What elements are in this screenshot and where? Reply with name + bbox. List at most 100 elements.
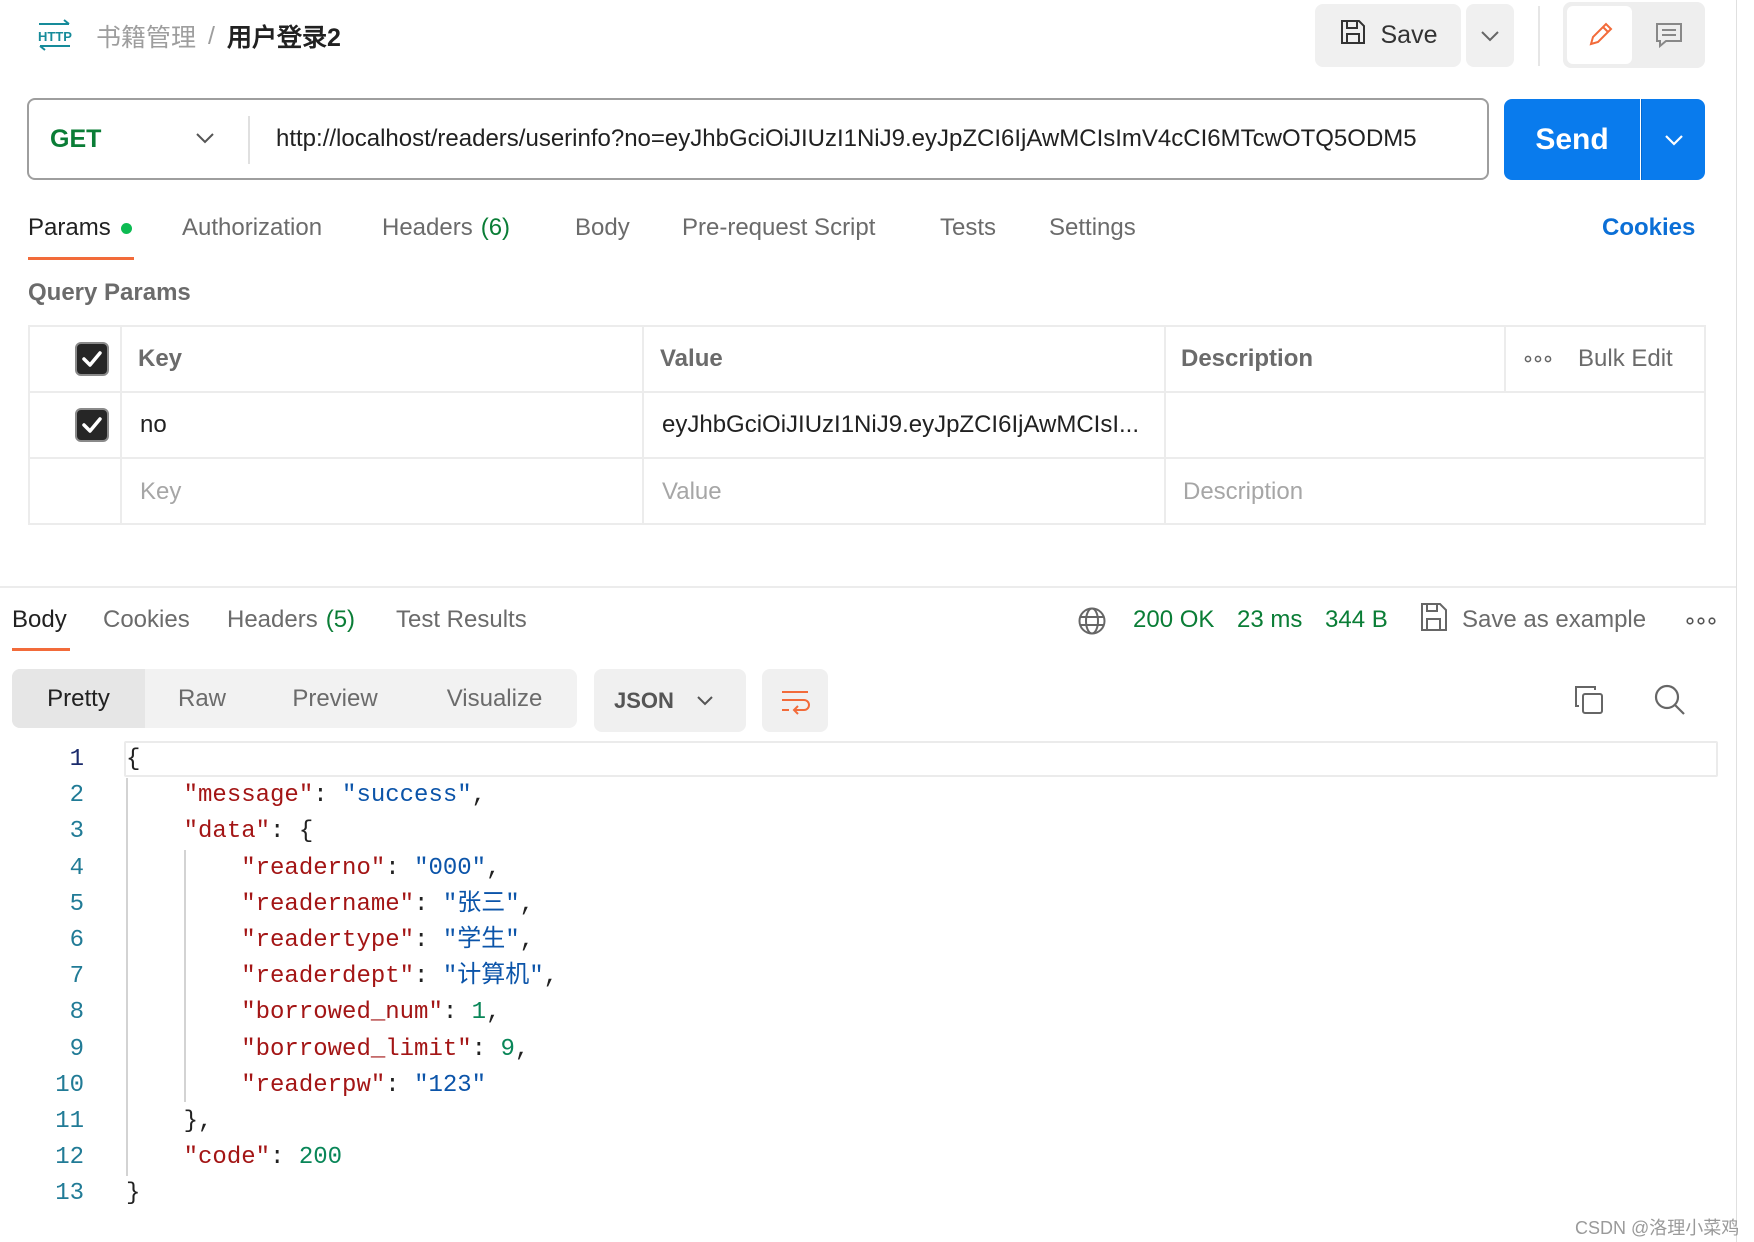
tab-label: Headers	[227, 606, 318, 633]
json-punctuation: :	[442, 999, 472, 1027]
param-value[interactable]: eyJhbGciOiJIUzI1NiJ9.eyJpZCI6IjAwMCIsI..…	[662, 393, 1139, 457]
save-options-button[interactable]	[1466, 4, 1514, 67]
json-punctuation: :	[414, 890, 443, 918]
json-key: "readerpw"	[241, 1071, 386, 1099]
format-tab-pretty[interactable]: Pretty	[12, 669, 145, 728]
json-punctuation: {	[126, 746, 141, 773]
new-description-input[interactable]: Description	[1183, 459, 1303, 525]
method-select[interactable]: GET	[50, 98, 101, 180]
response-time[interactable]: 23 ms	[1237, 602, 1302, 638]
code-line: "readertype": "学生",	[126, 923, 534, 959]
request-name[interactable]: 用户登录2	[227, 18, 341, 54]
line-number: 11	[55, 1108, 84, 1135]
code-line: "borrowed_limit": 9,	[126, 1032, 529, 1068]
url-input[interactable]	[276, 100, 1472, 178]
save-example-label: Save as example	[1462, 606, 1647, 633]
tab-label: Cookies	[103, 606, 190, 633]
key-column-header: Key	[138, 345, 183, 372]
format-tab-raw[interactable]: Raw	[160, 669, 244, 728]
wrap-lines-icon	[782, 690, 810, 715]
line-number: 4	[69, 854, 84, 882]
query-params-table: Key Value Description Bulk Edit no eyJhb…	[28, 325, 1706, 525]
send-button[interactable]: Send	[1504, 99, 1640, 180]
checkmark-icon	[82, 351, 102, 367]
breadcrumb: 书籍管理 / 用户登录2	[96, 16, 341, 56]
save-icon	[1420, 602, 1448, 639]
new-value-input[interactable]: Value	[662, 459, 722, 525]
bulk-edit-link[interactable]: Bulk Edit	[1578, 327, 1673, 391]
url-divider	[248, 116, 250, 164]
line-number: 3	[69, 818, 84, 846]
tab-label: Headers	[382, 214, 473, 241]
active-tab-indicator	[12, 648, 70, 651]
response-body-editor[interactable]: 1 {2 "message": "success", 3 "data": {4 "r…	[0, 742, 1736, 1212]
active-tab-indicator	[28, 257, 134, 260]
new-key-input[interactable]: Key	[140, 459, 181, 525]
json-punctuation: ,	[486, 999, 501, 1027]
tab-authorization[interactable]: Authorization	[182, 210, 322, 246]
save-button[interactable]: Save	[1315, 4, 1461, 67]
response-tab-test-results[interactable]: Test Results	[396, 602, 527, 638]
line-number: 7	[69, 963, 84, 991]
search-icon[interactable]	[1652, 682, 1688, 718]
code-line: "message": "success",	[126, 778, 486, 814]
param-key[interactable]: no	[140, 393, 167, 457]
chevron-down-icon[interactable]	[192, 125, 218, 151]
code-line: }	[126, 1176, 140, 1212]
tab-label: Authorization	[182, 214, 323, 241]
cookies-link[interactable]: Cookies	[1602, 210, 1695, 246]
send-options-button[interactable]	[1641, 99, 1705, 180]
line-number: 9	[69, 1035, 84, 1063]
json-punctuation: ,	[519, 890, 535, 918]
json-key: "borrowed_limit"	[241, 1035, 472, 1063]
more-options-icon[interactable]	[1684, 606, 1718, 636]
edit-button[interactable]	[1567, 6, 1632, 64]
format-tab-preview[interactable]: Preview	[280, 669, 390, 728]
breadcrumb-collection[interactable]: 书籍管理	[96, 18, 196, 54]
response-tab-cookies[interactable]: Cookies	[103, 602, 190, 638]
headers-count: (5)	[325, 606, 356, 633]
panel-border	[1736, 0, 1737, 1242]
more-options-icon[interactable]	[1524, 327, 1552, 391]
line-number: 8	[69, 999, 84, 1027]
code-line: "readerno": "000",	[126, 851, 500, 887]
response-divider[interactable]	[0, 586, 1736, 588]
json-key: "message"	[183, 782, 314, 810]
row-checkbox[interactable]	[75, 393, 109, 457]
tab-headers[interactable]: Headers (6)	[382, 210, 510, 246]
table-row: no eyJhbGciOiJIUzI1NiJ9.eyJpZCI6IjAwMCIs…	[30, 393, 1704, 459]
tab-tests[interactable]: Tests	[940, 210, 996, 246]
indent-guide	[184, 850, 186, 1102]
tab-label: Body	[12, 606, 67, 633]
code-line: },	[126, 1104, 213, 1140]
comments-button[interactable]	[1638, 6, 1700, 64]
response-tab-body[interactable]: Body	[12, 602, 67, 638]
wrap-lines-button[interactable]	[762, 669, 828, 732]
code-line: "borrowed_num": 1,	[126, 995, 500, 1031]
json-punctuation: ,	[519, 927, 535, 954]
json-punctuation: :	[385, 1071, 415, 1099]
response-tab-headers[interactable]: Headers (5)	[227, 602, 355, 638]
status-code[interactable]: 200 OK	[1133, 602, 1214, 638]
copy-icon[interactable]	[1572, 683, 1608, 719]
json-punctuation: }	[126, 1180, 141, 1208]
json-punctuation: :	[385, 854, 415, 882]
json-key: "readertype"	[241, 927, 415, 954]
svg-text:HTTP: HTTP	[38, 29, 72, 44]
globe-icon[interactable]	[1077, 606, 1107, 636]
tab-params[interactable]: Params	[28, 210, 132, 246]
save-as-example-button[interactable]: Save as example	[1420, 602, 1646, 638]
json-punctuation: ,	[471, 782, 487, 810]
language-select[interactable]: JSON	[594, 669, 746, 732]
tab-label: Pre-request Script	[682, 214, 876, 241]
select-all-checkbox[interactable]	[75, 327, 109, 391]
json-punctuation: },	[183, 1108, 213, 1135]
tab-settings[interactable]: Settings	[1049, 210, 1136, 246]
response-size[interactable]: 344 B	[1325, 602, 1388, 638]
chevron-down-icon	[697, 696, 713, 706]
tab-pre-request-script[interactable]: Pre-request Script	[682, 210, 875, 246]
tab-body[interactable]: Body	[575, 210, 630, 246]
format-tab-visualize[interactable]: Visualize	[432, 669, 557, 728]
code-line: "readername": "张三",	[126, 887, 534, 923]
